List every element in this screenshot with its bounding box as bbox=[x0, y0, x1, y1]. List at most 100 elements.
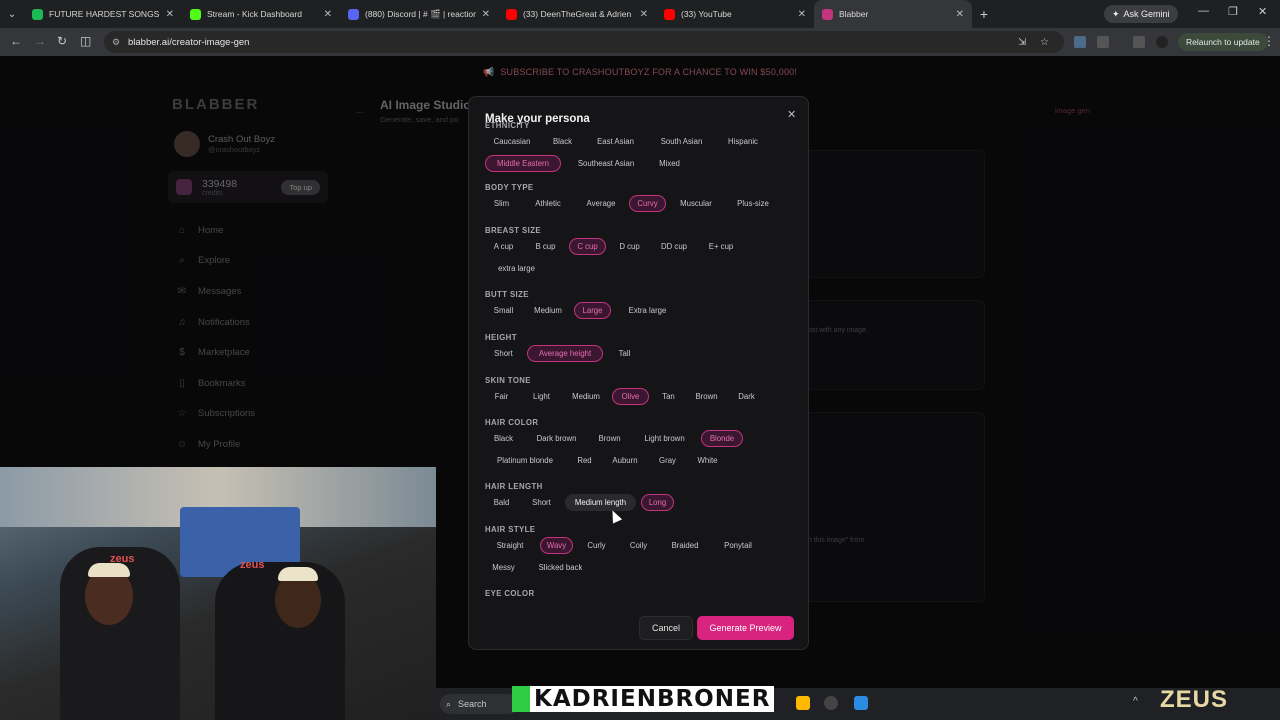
option-chip[interactable]: Auburn bbox=[604, 452, 646, 469]
option-chip[interactable]: Ponytail bbox=[713, 537, 763, 554]
option-chip[interactable]: Short bbox=[485, 345, 522, 362]
browser-tab[interactable]: Stream - Kick Dashboard ✕ bbox=[182, 0, 340, 28]
option-chip[interactable]: A cup bbox=[485, 238, 522, 255]
option-chip[interactable]: Curvy bbox=[629, 195, 666, 212]
reload-icon[interactable]: ↻ bbox=[57, 34, 67, 48]
option-chip[interactable]: D cup bbox=[611, 238, 648, 255]
tray-chevron-icon[interactable]: ^ bbox=[1133, 696, 1138, 707]
close-icon[interactable]: ✕ bbox=[787, 108, 796, 121]
tab-search-icon[interactable]: ⌄ bbox=[0, 9, 24, 20]
option-chip[interactable]: Olive bbox=[612, 388, 649, 405]
tab-close-icon[interactable]: ✕ bbox=[166, 9, 174, 20]
option-chip[interactable]: Medium bbox=[527, 302, 569, 319]
ask-gemini-button[interactable]: ✦ Ask Gemini bbox=[1104, 5, 1178, 23]
option-chip[interactable]: Extra large bbox=[616, 302, 679, 319]
install-icon[interactable]: ⇲ bbox=[1018, 37, 1026, 48]
extension-icon-1[interactable] bbox=[1074, 36, 1086, 48]
option-chip[interactable]: E+ cup bbox=[700, 238, 742, 255]
option-chip[interactable]: Light brown bbox=[633, 430, 696, 447]
option-chip[interactable]: Dark brown bbox=[527, 430, 586, 447]
new-tab-button[interactable]: + bbox=[972, 6, 996, 22]
section-label: HEIGHT bbox=[485, 333, 517, 342]
taskbar-search[interactable]: ⌕ Search bbox=[440, 694, 520, 714]
option-chip[interactable]: Messy bbox=[485, 559, 522, 576]
bookmark-star-icon[interactable]: ☆ bbox=[1040, 37, 1049, 48]
option-chip[interactable]: Black bbox=[485, 430, 522, 447]
browser-tab[interactable]: (33) DeenTheGreat & Adrien Br ✕ bbox=[498, 0, 656, 28]
window-close-icon[interactable]: ✕ bbox=[1258, 5, 1267, 18]
browser-tab[interactable]: Blabber ✕ bbox=[814, 0, 972, 28]
option-chip[interactable]: Southeast Asian bbox=[566, 155, 646, 172]
browser-tab[interactable]: (33) YouTube ✕ bbox=[656, 0, 814, 28]
tab-close-icon[interactable]: ✕ bbox=[956, 9, 964, 20]
option-chip[interactable]: extra large bbox=[485, 260, 548, 277]
option-chip[interactable]: Brown bbox=[688, 388, 725, 405]
option-chip[interactable]: Black bbox=[544, 133, 581, 150]
option-chip[interactable]: Plus-size bbox=[726, 195, 780, 212]
option-chip[interactable]: Average height bbox=[527, 345, 603, 362]
option-chip[interactable]: Red bbox=[570, 452, 599, 469]
option-chip[interactable]: Coily bbox=[620, 537, 657, 554]
option-chip[interactable]: Medium bbox=[565, 388, 607, 405]
forward-icon[interactable]: → bbox=[34, 34, 46, 48]
option-chip[interactable]: B cup bbox=[527, 238, 564, 255]
option-chip[interactable]: Average bbox=[578, 195, 624, 212]
profile-avatar-icon[interactable] bbox=[1156, 36, 1168, 48]
option-chip[interactable]: Athletic bbox=[523, 195, 573, 212]
option-chip[interactable]: Mixed bbox=[651, 155, 688, 172]
option-chip[interactable]: Bald bbox=[485, 494, 518, 511]
option-chip[interactable]: Medium length bbox=[565, 494, 636, 511]
option-chip[interactable]: Gray bbox=[651, 452, 684, 469]
site-info-icon[interactable]: ⚙ bbox=[112, 37, 120, 48]
option-chip[interactable]: South Asian bbox=[650, 133, 713, 150]
option-chip[interactable]: Dark bbox=[730, 388, 763, 405]
browser-tab[interactable]: FUTURE HARDEST SONGS 🐍🔒 ✕ bbox=[24, 0, 182, 28]
tab-close-icon[interactable]: ✕ bbox=[640, 9, 648, 20]
tab-close-icon[interactable]: ✕ bbox=[482, 9, 490, 20]
generate-preview-button[interactable]: Generate Preview bbox=[697, 616, 794, 640]
app-icon[interactable] bbox=[854, 696, 868, 710]
option-chip[interactable]: Straight bbox=[485, 537, 535, 554]
url-field[interactable]: ⚙ blabber.ai/creator-image-gen ⇲ ☆ bbox=[104, 31, 1064, 53]
maximize-icon[interactable]: ❐ bbox=[1228, 5, 1238, 18]
option-chip[interactable]: Hispanic bbox=[718, 133, 768, 150]
option-chip[interactable]: Slicked back bbox=[527, 559, 594, 576]
option-chip[interactable]: Braided bbox=[662, 537, 708, 554]
option-chip[interactable]: Short bbox=[523, 494, 560, 511]
option-chip[interactable]: Large bbox=[574, 302, 611, 319]
option-chip[interactable]: Long bbox=[641, 494, 674, 511]
option-chip[interactable]: Tall bbox=[608, 345, 641, 362]
browser-menu-icon[interactable]: ⋮ bbox=[1263, 34, 1275, 48]
option-chip[interactable]: Small bbox=[485, 302, 522, 319]
chrome-icon[interactable] bbox=[824, 696, 838, 710]
option-chip[interactable]: Middle Eastern bbox=[485, 154, 561, 172]
option-chip[interactable]: East Asian bbox=[586, 133, 645, 150]
tab-close-icon[interactable]: ✕ bbox=[798, 9, 806, 20]
option-chip[interactable]: Slim bbox=[485, 195, 518, 212]
browser-tab[interactable]: (880) Discord | # 🎬 | reactions ✕ bbox=[340, 0, 498, 28]
option-chip[interactable]: DD cup bbox=[653, 238, 695, 255]
option-chip[interactable]: Brown bbox=[591, 430, 628, 447]
option-chip[interactable]: Blonde bbox=[701, 430, 743, 447]
file-explorer-icon[interactable] bbox=[796, 696, 810, 710]
split-view-icon[interactable]: ◫ bbox=[80, 34, 91, 48]
option-chip[interactable]: Fair bbox=[485, 388, 518, 405]
option-chip[interactable]: Wavy bbox=[540, 537, 573, 554]
option-chip[interactable]: Muscular bbox=[671, 195, 721, 212]
option-chip[interactable]: White bbox=[689, 452, 726, 469]
extensions-puzzle-icon[interactable] bbox=[1097, 36, 1109, 48]
option-chip[interactable]: Curly bbox=[578, 537, 615, 554]
back-icon[interactable]: ← bbox=[10, 34, 22, 48]
cancel-button[interactable]: Cancel bbox=[639, 616, 693, 640]
option-chip[interactable]: Light bbox=[523, 388, 560, 405]
relaunch-button[interactable]: Relaunch to update bbox=[1178, 33, 1268, 51]
section-label: BREAST SIZE bbox=[485, 226, 541, 235]
option-chip[interactable]: Platinum blonde bbox=[485, 452, 565, 469]
reading-list-icon[interactable] bbox=[1133, 36, 1145, 48]
option-chip[interactable]: Caucasian bbox=[485, 133, 539, 150]
option-chip[interactable]: C cup bbox=[569, 238, 606, 255]
persona-options-scroll[interactable]: ETHNICITY Caucasian Black East Asian South A… bbox=[485, 121, 795, 605]
tab-close-icon[interactable]: ✕ bbox=[324, 9, 332, 20]
option-chip[interactable]: Tan bbox=[654, 388, 683, 405]
minimize-icon[interactable]: — bbox=[1198, 5, 1209, 17]
